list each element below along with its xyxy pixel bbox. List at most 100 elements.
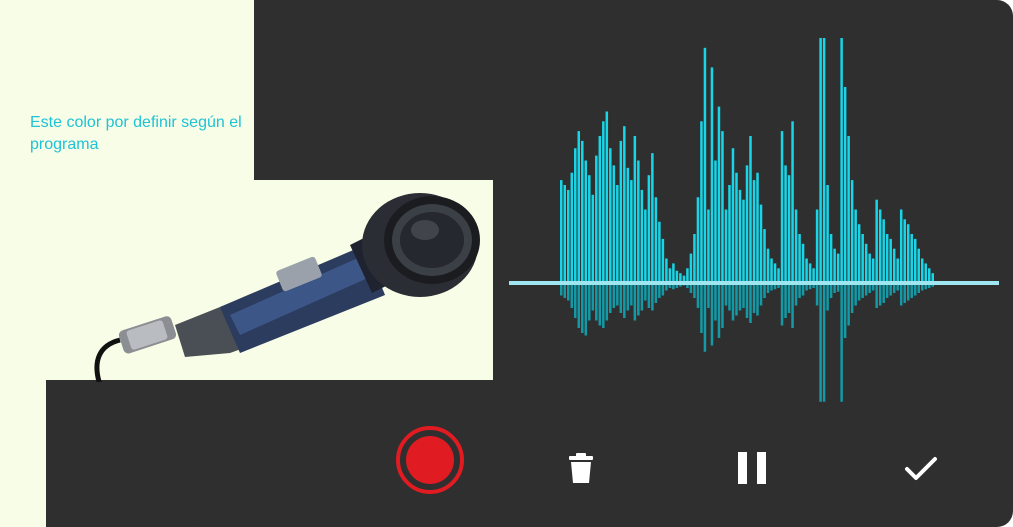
waveform-bar-up [773,263,777,283]
waveform-bar-down [595,283,598,321]
trash-icon [569,453,593,483]
waveform-bar-up [619,140,623,283]
waveform-bar-down [791,283,794,328]
waveform-bar-down [717,283,721,338]
waveform-bar-down [728,283,731,311]
waveform-bar-down [654,283,658,303]
waveform-bar-up [819,38,822,283]
waveform-bar-up [892,248,896,283]
pause-button[interactable] [730,445,774,491]
waveform-bar-up [623,126,626,283]
waveform-bar-up [780,131,784,283]
waveform-bar-up [913,238,917,283]
waveform-bar-up [647,175,651,283]
waveform-bar-up [605,111,609,283]
note-panel-left [0,380,46,527]
check-icon [905,457,937,480]
waveform-bar-up [717,106,721,283]
waveform-bar-down [878,283,882,306]
waveform-baseline [509,281,999,285]
waveform-bar-up [899,209,903,283]
waveform-bar-down [742,283,745,308]
waveform-bar-up [637,160,640,283]
confirm-button[interactable] [898,448,944,490]
waveform-bar-up [843,87,847,283]
waveform-bar-down [752,283,756,313]
waveform-bar-up [616,185,619,283]
waveform-bar-up [633,136,637,283]
waveform-bar-up [805,258,808,283]
waveform-bar-up [878,209,882,283]
waveform-bar-down [822,283,826,402]
waveform-bar-up [787,175,791,283]
waveform-bar-down [567,283,570,301]
waveform-bar-up [567,189,570,283]
waveform-bar-down [609,283,612,313]
waveform-bar-up [857,224,861,283]
waveform-bar-up [738,189,742,283]
waveform-bar-up [917,248,920,283]
waveform-bar-down [602,283,605,328]
waveform-bar-down [696,283,700,308]
waveform-bar-up [696,197,700,283]
waveform-bar-down [700,283,703,333]
record-button[interactable] [395,425,465,495]
waveform-bar-down [658,283,661,298]
waveform-bar-down [623,283,626,318]
waveform-bar-down [612,283,616,308]
waveform-bar-up [721,131,724,283]
waveform-bar-up [574,148,577,283]
waveform-bar-down [724,283,728,306]
waveform-bar-up [602,121,605,283]
waveform-bar-up [703,47,707,283]
waveform-bar-up [665,258,668,283]
color-note-text: Este color por definir según el programa [30,114,242,153]
waveform-bar-up [910,234,913,283]
waveform-bar-down [570,283,574,308]
waveform-bar-down [787,283,791,313]
waveform-bar-up [812,268,815,283]
waveform-bar-up [609,148,612,283]
waveform-bar-up [612,165,616,283]
waveform-bar-up [763,229,766,283]
record-icon [396,426,464,494]
waveform-bar-up [801,243,805,283]
waveform-bar-up [770,258,773,283]
waveform-bar-down [826,283,829,311]
waveform-bar-up [626,167,630,283]
waveform-bar-up [630,180,633,283]
waveform-bar-up [836,253,840,283]
waveform-bar-up [710,67,714,284]
delete-button[interactable] [560,445,602,491]
waveform-bar-down [857,283,861,301]
waveform-bar-down [703,283,707,352]
waveform-bar-up [731,148,735,283]
waveform-bar-up [868,253,871,283]
waveform-bar-down [644,283,647,301]
waveform-bar-down [714,283,717,321]
waveform-bar-up [840,38,843,283]
waveform-bar-down [885,283,889,298]
waveform-bar-up [854,209,857,283]
waveform-bar-up [896,258,899,283]
waveform-bar-up [644,209,647,283]
waveform-bar-up [724,209,728,283]
waveform-bar-up [735,172,738,283]
waveform-bar-up [560,180,563,283]
waveform-bar-down [903,283,906,303]
waveform-bar-down [651,283,654,311]
waveform-bar-down [647,283,651,308]
waveform-bar-down [707,283,710,308]
waveform-bar-up [700,121,703,283]
pause-icon [738,452,766,484]
waveform-bar-down [563,283,566,298]
control-panel-left [46,382,195,527]
waveform-bar-up [749,136,752,283]
waveform-bar-down [854,283,857,306]
waveform-bar-down [731,283,735,321]
waveform-bar-up [668,268,672,283]
waveform-bar-down [906,283,910,301]
waveform-bar-down [633,283,637,321]
waveform-bar-up [777,268,780,283]
waveform-bar-down [584,283,588,336]
